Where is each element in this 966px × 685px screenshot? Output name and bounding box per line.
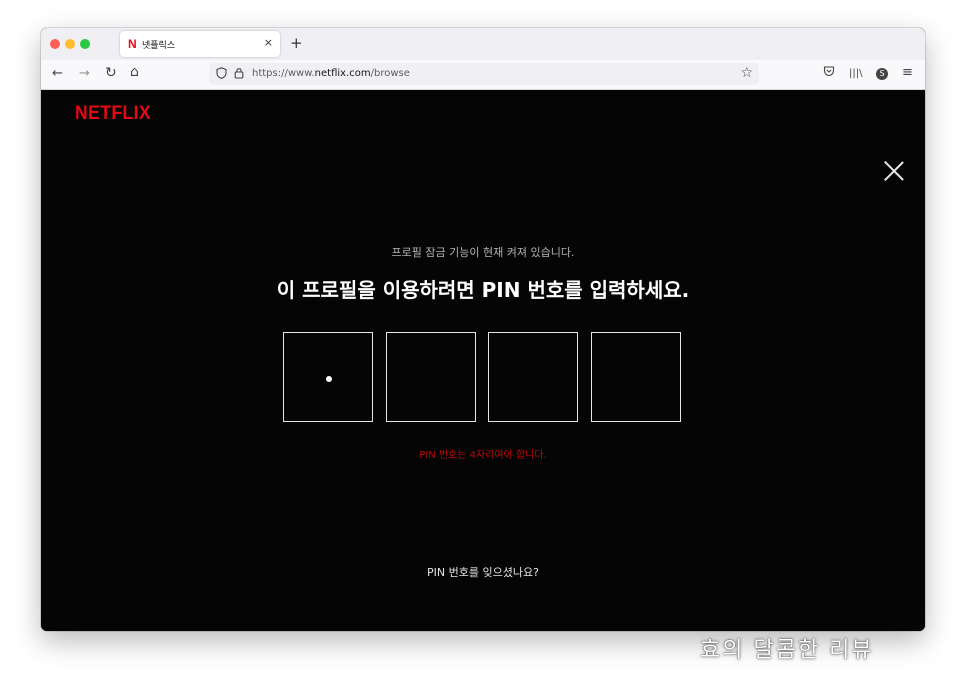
pin-input-4[interactable]: [591, 332, 681, 422]
profile-lock-status: 프로필 잠금 기능이 현재 켜져 있습니다.: [391, 246, 575, 259]
pin-input-3[interactable]: [488, 332, 578, 422]
url-text[interactable]: https://www.netflix.com/browse: [252, 68, 410, 79]
minimize-window-button[interactable]: [65, 39, 75, 49]
browser-window: N 넷플릭스 × + ← → ↻ ⌂ https://www.netflix.c…: [41, 28, 925, 631]
pin-input-1[interactable]: [283, 332, 373, 422]
pocket-icon[interactable]: [823, 65, 835, 81]
netflix-logo[interactable]: NETFLIX: [75, 103, 151, 125]
tab-close-icon[interactable]: ×: [264, 36, 273, 49]
home-icon[interactable]: ⌂: [130, 64, 139, 80]
forward-icon[interactable]: →: [79, 66, 90, 81]
tab-bar: N 넷플릭스 × +: [41, 28, 925, 60]
url-bar[interactable]: https://www.netflix.com/browse ☆: [209, 63, 759, 85]
netflix-favicon-icon: N: [128, 37, 137, 51]
pin-input-2[interactable]: [386, 332, 476, 422]
watermark: 효의 달콤한 리뷰: [700, 638, 874, 663]
page-title: 이 프로필을 이용하려면 PIN 번호를 입력하세요.: [276, 278, 690, 302]
tab-netflix[interactable]: N 넷플릭스 ×: [120, 31, 280, 57]
library-icon[interactable]: |||\: [849, 68, 862, 79]
forgot-pin-link[interactable]: PIN 번호를 잊으셨나요?: [41, 564, 925, 580]
tab-title: 넷플릭스: [142, 41, 176, 51]
navigation-toolbar: ← → ↻ ⌂ https://www.netflix.com/browse ☆…: [41, 60, 925, 90]
close-window-button[interactable]: [50, 39, 60, 49]
close-icon[interactable]: [883, 160, 905, 182]
netflix-pin-page: NETFLIX 프로필 잠금 기능이 현재 켜져 있습니다. 이 프로필을 이용…: [41, 90, 925, 631]
shield-icon[interactable]: [216, 67, 227, 82]
account-avatar-icon[interactable]: S: [876, 68, 888, 80]
bookmark-star-icon[interactable]: ☆: [740, 65, 753, 81]
maximize-window-button[interactable]: [80, 39, 90, 49]
pin-error-message: PIN 번호는 4자리여야 합니다.: [419, 450, 547, 461]
back-icon[interactable]: ←: [52, 66, 63, 81]
new-tab-icon[interactable]: +: [290, 34, 303, 52]
pin-filled-dot: [326, 376, 332, 382]
url-scheme: https://www.: [252, 68, 315, 79]
lock-icon[interactable]: [234, 67, 244, 82]
hamburger-menu-icon[interactable]: ≡: [902, 65, 913, 80]
url-host: netflix.com: [314, 68, 371, 79]
url-path: /browse: [370, 68, 410, 79]
reload-icon[interactable]: ↻: [105, 65, 117, 81]
